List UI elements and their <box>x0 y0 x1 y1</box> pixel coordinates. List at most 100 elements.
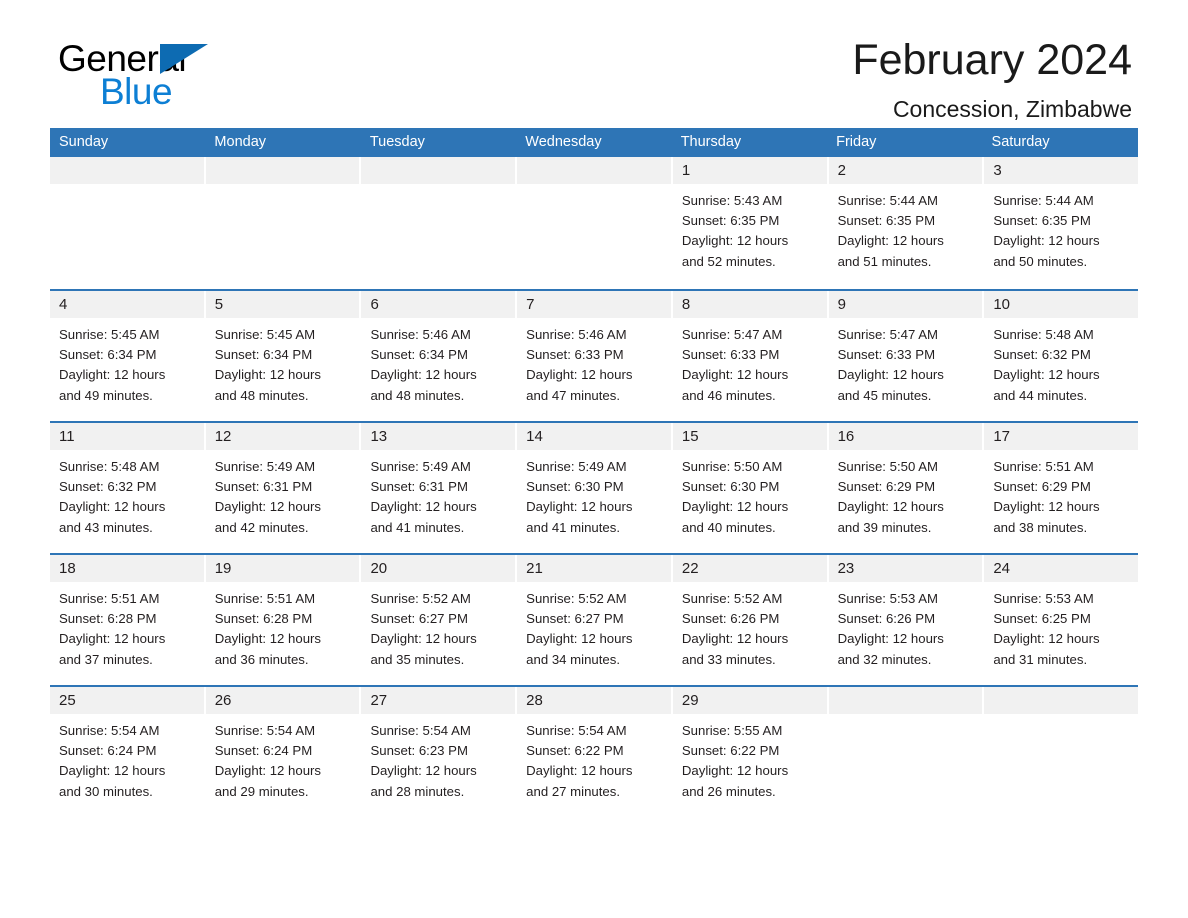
weekday-header-friday: Friday <box>836 134 877 150</box>
daylight-text-line2: and 49 minutes. <box>59 387 153 403</box>
daylight-text-line1: Daylight: 12 hours <box>993 367 1100 383</box>
sunrise-text: Sunrise: 5:49 AM <box>526 459 627 474</box>
day-cell[interactable]: 20 Sunrise: 5:52 AM Sunset: 6:27 PM Dayligh… <box>361 555 518 685</box>
sunrise-text: Sunrise: 5:53 AM <box>837 591 939 606</box>
day-number: 10 <box>984 291 1139 318</box>
day-details: Sunrise: 5:51 AM Sunset: 6:29 PM Daylight:… <box>984 450 1138 538</box>
daylight-text-line2: and 33 minutes. <box>681 651 776 667</box>
daylight-text-line1: Daylight: 12 hours <box>681 631 789 647</box>
day-cell[interactable]: 28 Sunrise: 5:54 AM Sunset: 6:22 PM Dayligh… <box>517 687 673 817</box>
day-cell[interactable]: 9 Sunrise: 5:47 AM Sunset: 6:33 PM Daylight… <box>828 291 985 421</box>
day-cell[interactable]: 4 Sunrise: 5:45 AM Sunset: 6:34 PM Daylight… <box>50 291 206 421</box>
weekday-header-thursday: Thursday <box>680 134 742 150</box>
daylight-text-line2: and 38 minutes. <box>993 519 1088 535</box>
day-number: 8 <box>672 291 827 318</box>
day-details: Sunrise: 5:47 AM Sunset: 6:33 PM Daylight:… <box>829 318 983 406</box>
sunset-text: Sunset: 6:32 PM <box>59 479 157 495</box>
day-number: 5 <box>205 291 360 318</box>
sunset-text: Sunset: 6:33 PM <box>681 347 780 363</box>
day-cell[interactable]: 14 Sunrise: 5:49 AM Sunset: 6:30 PM Dayligh… <box>517 423 673 553</box>
day-details: Sunrise: 5:50 AM Sunset: 6:30 PM Daylight:… <box>673 450 827 538</box>
day-details: Sunrise: 5:46 AM Sunset: 6:34 PM Daylight:… <box>361 318 515 406</box>
day-cell[interactable]: 3 Sunrise: 5:44 AM Sunset: 6:35 PM Daylight… <box>984 157 1139 289</box>
daylight-text-line1: Daylight: 12 hours <box>526 763 633 779</box>
day-details: Sunrise: 5:49 AM Sunset: 6:31 PM Daylight:… <box>206 450 360 538</box>
day-cell[interactable]: 6 Sunrise: 5:46 AM Sunset: 6:34 PM Daylight… <box>361 291 518 421</box>
day-number: 14 <box>517 423 671 450</box>
daylight-text-line1: Daylight: 12 hours <box>526 367 633 383</box>
sunrise-text: Sunrise: 5:54 AM <box>526 723 627 738</box>
sunset-text: Sunset: 6:33 PM <box>526 347 624 363</box>
sunrise-text: Sunrise: 5:55 AM <box>681 723 783 738</box>
day-cell[interactable]: 15 Sunrise: 5:50 AM Sunset: 6:30 PM Dayligh… <box>672 423 829 553</box>
day-cell[interactable]: 18 Sunrise: 5:51 AM Sunset: 6:28 PM Dayligh… <box>50 555 206 685</box>
daylight-text-line1: Daylight: 12 hours <box>214 631 322 647</box>
daylight-text-line1: Daylight: 12 hours <box>993 233 1100 249</box>
daylight-text-line2: and 34 minutes. <box>526 651 620 667</box>
day-cell[interactable]: 2 Sunrise: 5:44 AM Sunset: 6:35 PM Daylight… <box>828 157 985 289</box>
day-cell[interactable]: 5 Sunrise: 5:45 AM Sunset: 6:34 PM Daylight… <box>205 291 362 421</box>
day-cell[interactable]: 17 Sunrise: 5:51 AM Sunset: 6:29 PM Dayligh… <box>984 423 1139 553</box>
sunset-text: Sunset: 6:26 PM <box>681 611 780 627</box>
daylight-text-line2: and 47 minutes. <box>526 387 620 403</box>
sunset-text: Sunset: 6:27 PM <box>526 611 624 627</box>
day-cell[interactable]: 24 Sunrise: 5:53 AM Sunset: 6:25 PM Dayligh… <box>984 555 1139 685</box>
day-cell[interactable]: 22 Sunrise: 5:52 AM Sunset: 6:26 PM Dayligh… <box>672 555 829 685</box>
day-details: Sunrise: 5:51 AM Sunset: 6:28 PM Daylight:… <box>206 582 360 670</box>
calendar-week-row: 18 Sunrise: 5:51 AM Sunset: 6:28 PM Dayligh… <box>50 553 1139 685</box>
day-cell[interactable]: 7 Sunrise: 5:46 AM Sunset: 6:33 PM Daylight… <box>517 291 673 421</box>
daylight-text-line2: and 39 minutes. <box>837 519 932 535</box>
day-cell[interactable]: 10 Sunrise: 5:48 AM Sunset: 6:32 PM Dayligh… <box>984 291 1139 421</box>
daylight-text-line1: Daylight: 12 hours <box>370 631 477 647</box>
day-details: Sunrise: 5:52 AM Sunset: 6:27 PM Daylight:… <box>517 582 671 670</box>
day-number: 6 <box>361 291 516 318</box>
day-number: 12 <box>205 423 360 450</box>
sunrise-text: Sunrise: 5:46 AM <box>526 327 627 342</box>
weekday-header-tuesday: Tuesday <box>369 134 425 150</box>
day-cell[interactable]: 27 Sunrise: 5:54 AM Sunset: 6:23 PM Dayligh… <box>361 687 518 817</box>
day-details: Sunrise: 5:54 AM Sunset: 6:24 PM Daylight:… <box>206 714 360 802</box>
day-number: 26 <box>205 687 360 714</box>
day-number <box>361 157 516 184</box>
day-cell[interactable]: 21 Sunrise: 5:52 AM Sunset: 6:27 PM Dayligh… <box>517 555 673 685</box>
day-number: 23 <box>828 555 983 582</box>
logo-text-general: General <box>58 40 358 77</box>
daylight-text-line1: Daylight: 12 hours <box>681 499 789 515</box>
day-number: 20 <box>361 555 516 582</box>
day-cell[interactable]: 11 Sunrise: 5:48 AM Sunset: 6:32 PM Dayligh… <box>50 423 206 553</box>
sunset-text: Sunset: 6:25 PM <box>993 611 1091 627</box>
daylight-text-line2: and 32 minutes. <box>837 651 932 667</box>
logo-triangle-icon <box>160 44 208 74</box>
day-cell[interactable]: 12 Sunrise: 5:49 AM Sunset: 6:31 PM Dayligh… <box>205 423 362 553</box>
daylight-text-line2: and 48 minutes. <box>370 387 465 403</box>
generalblue-logo[interactable]: General Blue <box>58 40 358 120</box>
day-cell[interactable]: 13 Sunrise: 5:49 AM Sunset: 6:31 PM Dayligh… <box>361 423 518 553</box>
day-cell[interactable]: 16 Sunrise: 5:50 AM Sunset: 6:29 PM Dayligh… <box>828 423 985 553</box>
day-cell-empty <box>361 157 518 289</box>
sunrise-text: Sunrise: 5:50 AM <box>837 459 939 474</box>
sunrise-text: Sunrise: 5:44 AM <box>837 193 939 208</box>
day-cell-empty <box>517 157 673 289</box>
daylight-text-line1: Daylight: 12 hours <box>681 367 789 383</box>
daylight-text-line2: and 50 minutes. <box>993 253 1088 269</box>
day-cell[interactable]: 8 Sunrise: 5:47 AM Sunset: 6:33 PM Daylight… <box>672 291 829 421</box>
daylight-text-line2: and 26 minutes. <box>681 783 776 799</box>
sunset-text: Sunset: 6:23 PM <box>370 743 468 759</box>
day-details: Sunrise: 5:43 AM Sunset: 6:35 PM Daylight:… <box>673 184 827 272</box>
day-cell[interactable]: 1 Sunrise: 5:43 AM Sunset: 6:35 PM Daylight… <box>672 157 829 289</box>
day-number: 13 <box>361 423 516 450</box>
day-cell[interactable]: 25 Sunrise: 5:54 AM Sunset: 6:24 PM Dayligh… <box>50 687 206 817</box>
day-cell[interactable]: 19 Sunrise: 5:51 AM Sunset: 6:28 PM Dayligh… <box>205 555 362 685</box>
daylight-text-line1: Daylight: 12 hours <box>837 233 944 249</box>
day-cell[interactable]: 26 Sunrise: 5:54 AM Sunset: 6:24 PM Dayligh… <box>205 687 362 817</box>
day-cell[interactable]: 23 Sunrise: 5:53 AM Sunset: 6:26 PM Dayligh… <box>828 555 985 685</box>
day-details: Sunrise: 5:48 AM Sunset: 6:32 PM Daylight:… <box>984 318 1138 406</box>
sunrise-text: Sunrise: 5:49 AM <box>214 459 316 474</box>
daylight-text-line2: and 41 minutes. <box>526 519 620 535</box>
sunset-text: Sunset: 6:34 PM <box>370 347 468 363</box>
day-cell-empty <box>205 157 362 289</box>
sunrise-text: Sunrise: 5:54 AM <box>214 723 316 738</box>
day-cell[interactable]: 29 Sunrise: 5:55 AM Sunset: 6:22 PM Dayligh… <box>672 687 829 817</box>
calendar-week-row: 1 Sunrise: 5:43 AM Sunset: 6:35 PM Daylight… <box>50 157 1139 289</box>
day-number: 25 <box>50 687 204 714</box>
